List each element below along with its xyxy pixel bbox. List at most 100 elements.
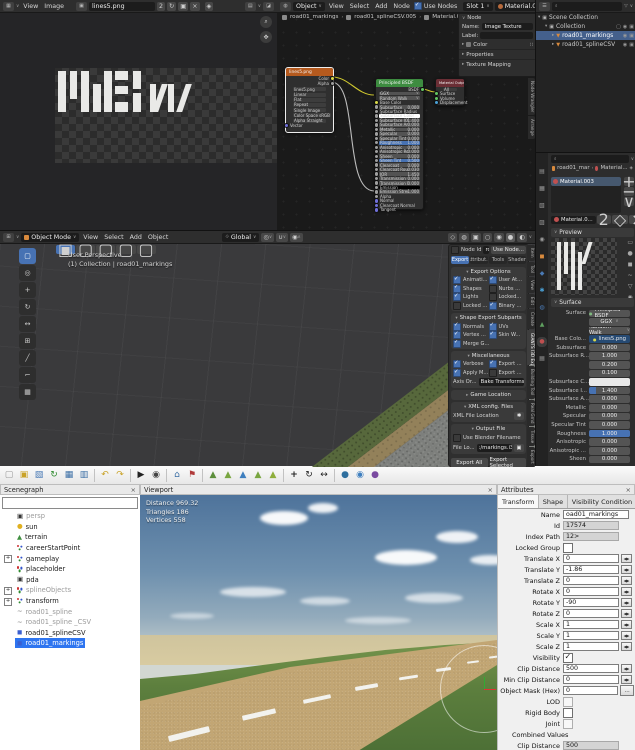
shading-solid-icon[interactable]: ◉ (494, 233, 504, 242)
use-node-button[interactable]: Use Node... (491, 246, 526, 254)
attr-field-translate-y[interactable]: -1.86 (563, 565, 619, 574)
shield-icon[interactable]: ◇ (612, 215, 628, 224)
menu-select[interactable]: Select (348, 3, 371, 10)
miscellaneous-title[interactable]: Miscellaneous (472, 353, 510, 359)
checkbox[interactable] (453, 276, 461, 284)
giants-viewport[interactable]: Distance 969.32Triangles 186Vertices 558 (140, 495, 497, 750)
node-label-field[interactable] (480, 32, 533, 39)
close-icon[interactable]: × (626, 486, 631, 494)
tab-material-icon[interactable]: ● (539, 339, 544, 345)
export-opt-nurbs-[interactable]: Nurbs ... (489, 285, 525, 294)
orientation-dropdown[interactable]: ⟐Global∨ (222, 233, 259, 242)
export-opt-uvs[interactable]: UVs (489, 322, 525, 331)
material-prop-specular-tint[interactable]: Specular Tint0.000 (549, 421, 635, 430)
scenegraph-search-input[interactable] (2, 497, 138, 509)
expand-icon[interactable]: ▾ (538, 15, 540, 20)
checkbox[interactable] (489, 369, 497, 377)
material-prop-surface[interactable]: Surface●Principled BSDF (549, 309, 635, 318)
scenegraph-item-pda[interactable]: ▣pda (0, 575, 140, 586)
rotate-tool-button[interactable]: ↻ (302, 468, 316, 482)
outliner-item-road01_markings[interactable]: ▸▼road01_markings◉▣ (536, 31, 635, 40)
output-file-title[interactable]: Output File (476, 426, 505, 432)
use-nodes-checkbox[interactable] (414, 2, 422, 10)
breadcrumb-item[interactable]: road01_markings (290, 14, 338, 20)
scenegraph-item-road01_spline-_csv[interactable]: ~road01_spline _CSV (0, 617, 140, 628)
add-cube-tool[interactable]: ▦ (19, 384, 36, 400)
tab-modifiers-icon[interactable]: ◆ (540, 271, 545, 277)
transform-tool[interactable]: ⊞ (19, 333, 36, 349)
image-users-badge[interactable]: 2 (157, 2, 165, 11)
material-prop-metallic[interactable]: Metallic0.000 (549, 404, 635, 413)
shape-subparts-title[interactable]: Shape Export Subparts (460, 315, 522, 321)
shading-material-icon[interactable]: ● (506, 233, 516, 242)
checkbox-visibility[interactable] (563, 653, 573, 663)
checkbox[interactable] (453, 323, 461, 331)
checkbox[interactable] (453, 369, 461, 377)
material-prop-0-200[interactable]: 0.200 (549, 361, 635, 370)
move-tool[interactable]: + (19, 282, 36, 298)
sidebar-tab-building-tool[interactable]: Building Tool (527, 366, 535, 398)
browse-button[interactable]: ... (620, 685, 634, 696)
xml-config-title[interactable]: XML config. Files (468, 404, 513, 410)
tab-scene-icon[interactable]: ◉ (539, 237, 544, 243)
outliner-item-scene-collection[interactable]: ▾▣Scene Collection (536, 13, 635, 22)
material-prop-anisotropic-[interactable]: Anisotropic ...0.000 (549, 447, 635, 456)
scenegraph-item-terrain[interactable]: ▲terrain (0, 532, 140, 543)
editor-type-icon[interactable]: ◍ (280, 2, 291, 11)
menu-node[interactable]: Node (391, 3, 411, 10)
slot-dropdown[interactable]: Slot 1∨ (463, 2, 492, 11)
material-prop-subsurface-i-[interactable]: Subsurface I...1.400 (549, 386, 635, 395)
socket-in[interactable] (284, 123, 289, 128)
tab-object-icon[interactable]: ◼ (540, 254, 545, 260)
scenegraph-item-persp[interactable]: ▣persp (0, 511, 140, 522)
spinner-buttons[interactable]: ◀▶ (621, 620, 632, 629)
scenegraph-item-gameplay[interactable]: +gameplay (0, 553, 140, 564)
pivot-dropdown[interactable]: ◎∨ (261, 233, 274, 242)
export-opt-skin-w-[interactable]: Skin W... (489, 331, 525, 340)
menu-add[interactable]: Add (373, 3, 389, 10)
spinner-buttons[interactable]: ◀▶ (621, 554, 632, 563)
axis-dropdown[interactable]: Bake Transforms∨ (479, 378, 524, 386)
use-blender-filename-checkbox[interactable] (453, 434, 461, 442)
undo-button[interactable]: ↶ (98, 468, 112, 482)
edit-file-button[interactable]: ▧ (32, 468, 46, 482)
shading-rendered-icon[interactable]: ◐ (517, 233, 527, 242)
blender-3d-viewport[interactable]: ⊞∨ Object Mode∨ View Select Add Object ⟐… (0, 230, 535, 467)
spinner-buttons[interactable]: ◀▶ (621, 598, 632, 607)
close-icon[interactable]: × (488, 486, 493, 494)
checkbox-rigid-body[interactable] (563, 708, 573, 718)
sidebar-tab-giants-i3d-exporter[interactable]: GIANTS I3D Exporter (527, 330, 535, 365)
gear-icon[interactable]: ✱ (514, 412, 524, 420)
menu-view[interactable]: View (327, 3, 346, 10)
scenegraph-item-placeholder[interactable]: placeholder (0, 564, 140, 575)
save-button[interactable]: ▦ (62, 468, 76, 482)
spinner-buttons[interactable]: ◀▶ (621, 587, 632, 596)
export-tab-attribut-[interactable]: Attribut... (470, 256, 488, 264)
menu-object[interactable]: Object (146, 234, 171, 241)
color-section[interactable]: Color (473, 42, 487, 48)
texture-mapping-section[interactable]: Texture Mapping (466, 62, 511, 68)
attr-field-scale-z[interactable]: 1 (563, 642, 619, 651)
open-file-button[interactable]: ▣ (17, 468, 31, 482)
tab-texture-icon[interactable]: ▦ (539, 356, 545, 362)
spinner-buttons[interactable]: ◀▶ (621, 609, 632, 618)
socket-in[interactable] (374, 207, 379, 212)
redo-button[interactable]: ↷ (113, 468, 127, 482)
filter-icon[interactable]: ▽ (624, 4, 627, 9)
terrain-foliage-button[interactable]: ▲ (236, 468, 250, 482)
eye-icon[interactable]: ◉ (623, 42, 627, 48)
scenegraph-item-road01_spline[interactable]: ~road01_spline (0, 606, 140, 617)
menu-image[interactable]: Image (42, 3, 66, 10)
scale-tool-button[interactable]: ↔ (317, 468, 331, 482)
material-name-field[interactable]: Material.003 (495, 2, 536, 11)
camera-icon[interactable]: ▢ (616, 24, 621, 30)
menu-add[interactable]: Add (128, 234, 144, 241)
export-tab-tools[interactable]: Tools (489, 256, 507, 264)
expand-icon[interactable]: ▾ (545, 24, 547, 29)
scenegraph-item-careerstartpoint[interactable]: careerStartPoint (0, 543, 140, 554)
socket-in[interactable] (434, 100, 439, 105)
preview-cloth-icon[interactable]: ▽ (628, 283, 633, 290)
spinner-buttons[interactable]: ◀▶ (621, 675, 632, 684)
expand-icon[interactable]: + (4, 555, 12, 563)
preview-cube-icon[interactable]: ◼ (628, 261, 633, 268)
